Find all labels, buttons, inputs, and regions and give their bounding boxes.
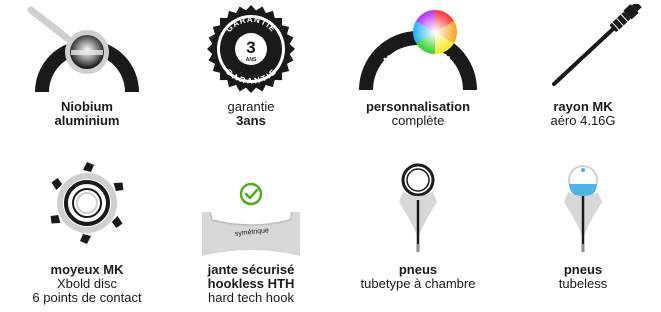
symmetric-rim-icon: symétrique xyxy=(202,182,300,256)
caption-garantie: garantie 3ans xyxy=(176,100,326,128)
tubetype-tire-icon xyxy=(399,163,437,252)
caption-line: personnalisation xyxy=(365,99,471,114)
caption-line: rayon MK xyxy=(553,99,613,114)
caption-line: tubetype à chambre xyxy=(360,276,476,291)
caption-jante: jante sécurisé hookless HTH hard tech ho… xyxy=(176,263,326,305)
caption-line: aéro 4.16G xyxy=(550,113,616,128)
hub-icon xyxy=(50,162,124,244)
caption-line: 6 points de contact xyxy=(32,290,142,305)
seal-sub: ANS xyxy=(246,57,257,63)
seal-number: 3 xyxy=(246,38,255,57)
spoke-icon xyxy=(552,4,642,86)
caption-pneus-tubeless: pneus tubeless xyxy=(508,263,658,291)
warranty-seal-icon: GARANTIE GARANTIE 3 ANS xyxy=(207,5,295,93)
caption-line: pneus xyxy=(398,262,438,277)
caption-line: tubeless xyxy=(558,276,608,291)
caption-line: complète xyxy=(391,113,445,128)
caption-line: Xbold disc xyxy=(57,276,117,291)
caption-rayon: rayon MK aéro 4.16G xyxy=(508,100,658,128)
caption-line: hard tech hook xyxy=(207,290,294,305)
caption-line: 3ans xyxy=(236,113,266,128)
caption-line: garantie xyxy=(227,99,275,114)
color-wheel-rim-icon: MAKADAM xyxy=(359,10,477,91)
caption-personnalisation: personnalisation complète xyxy=(343,100,493,128)
caption-line: aluminium xyxy=(54,113,120,128)
caption-pneus-tubetype: pneus tubetype à chambre xyxy=(343,263,493,291)
check-icon xyxy=(239,182,263,206)
caption-line: hookless HTH xyxy=(207,276,295,291)
caption-niobium: Niobium aluminium xyxy=(12,100,162,128)
caption-line: Niobium xyxy=(61,99,113,114)
caption-line: pneus xyxy=(563,262,603,277)
caption-line: jante sécurisé xyxy=(207,262,295,277)
rim-cross-section-icon xyxy=(27,6,139,92)
tubeless-tire-icon xyxy=(564,165,602,252)
caption-line: moyeux MK xyxy=(50,262,124,277)
caption-moyeux: moyeux MK Xbold disc 6 points de contact xyxy=(12,263,162,305)
